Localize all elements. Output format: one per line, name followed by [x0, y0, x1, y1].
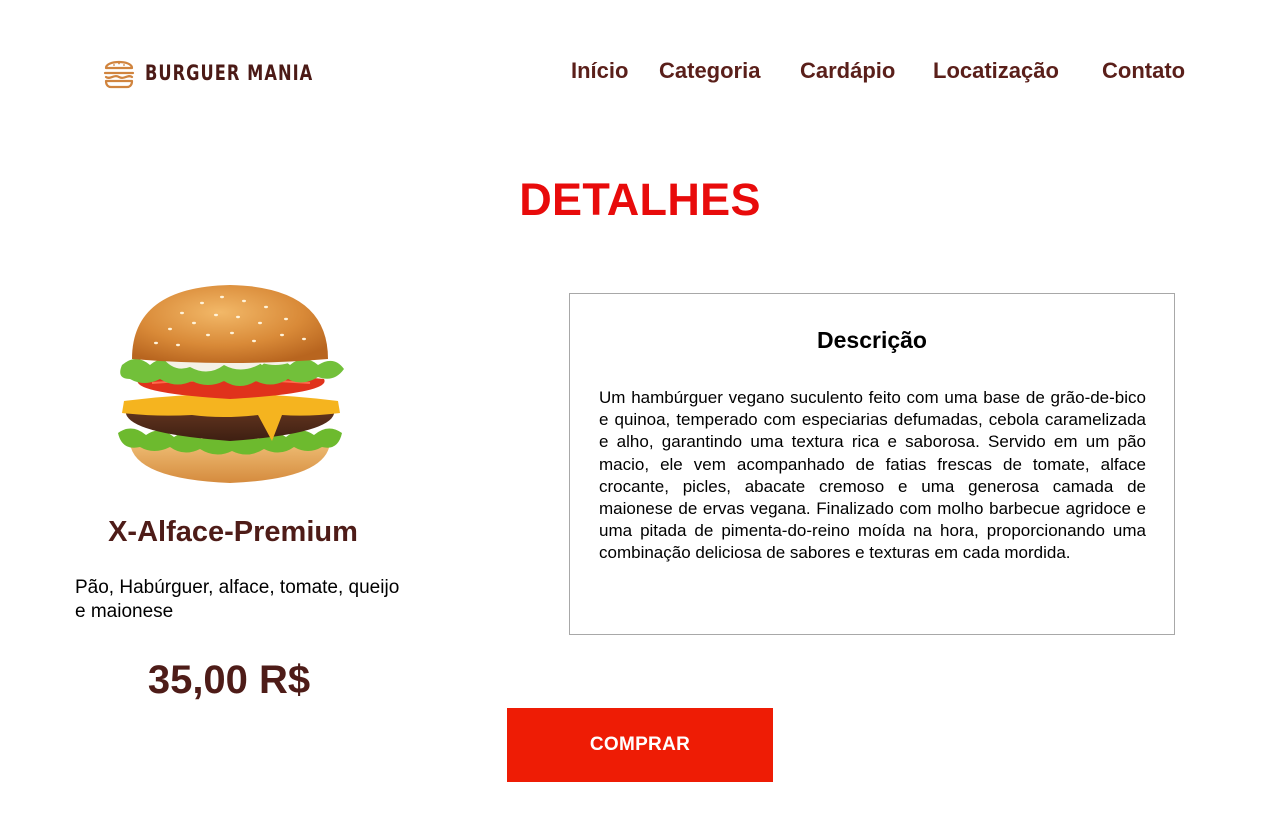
description-title: Descrição [817, 327, 927, 353]
product-price: 35,00 R$ [147, 658, 311, 702]
page-title: DETALHES [519, 174, 761, 225]
product-ingredients: Pão, Habúrguer, alface, tomate, queijo e… [75, 577, 400, 622]
nav-item-localizacao[interactable]: Locatização [933, 57, 1059, 85]
nav-item-contato[interactable]: Contato [1102, 57, 1185, 85]
description-text: Um hambúrguer vegano suculento feito com… [599, 388, 1146, 563]
product-name: X-Alface-Premium [108, 516, 358, 548]
nav-item-cardapio[interactable]: Cardápio [800, 57, 895, 85]
nav-item-categoria[interactable]: Categoria [659, 57, 760, 85]
main-nav: Início Categoria Cardápio Locatização Co… [0, 57, 1280, 85]
description-card: Descrição Um hambúrguer vegano suculento… [569, 293, 1175, 635]
burger-photo [118, 285, 344, 483]
nav-item-inicio[interactable]: Início [571, 57, 628, 85]
buy-button[interactable]: COMPRAR [507, 708, 773, 782]
